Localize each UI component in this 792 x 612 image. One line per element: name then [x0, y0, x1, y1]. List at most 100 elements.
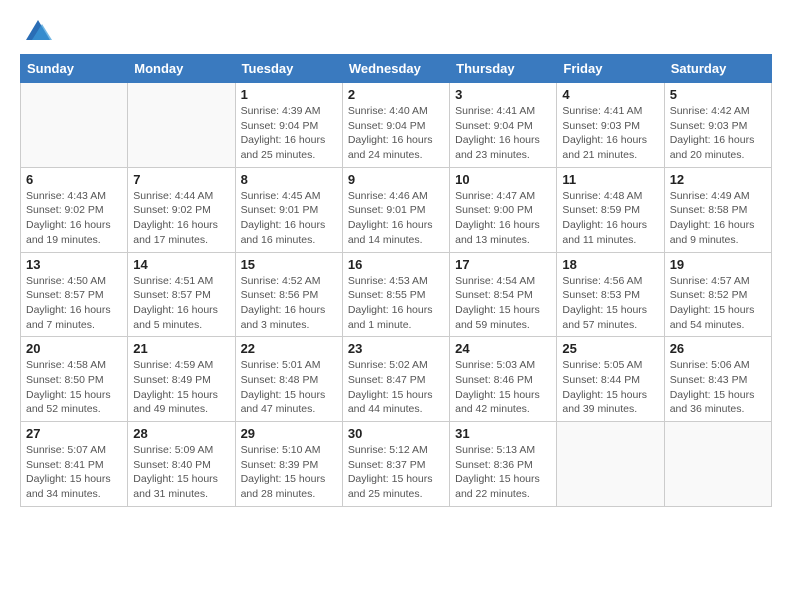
day-number: 4 — [562, 87, 658, 102]
day-info: Sunrise: 5:09 AM Sunset: 8:40 PM Dayligh… — [133, 443, 229, 502]
day-info: Sunrise: 4:53 AM Sunset: 8:55 PM Dayligh… — [348, 274, 444, 333]
calendar-cell — [21, 83, 128, 168]
calendar-cell: 10 Sunrise: 4:47 AM Sunset: 9:00 PM Dayli… — [450, 167, 557, 252]
calendar-cell — [128, 83, 235, 168]
day-number: 21 — [133, 341, 229, 356]
calendar-cell: 13 Sunrise: 4:50 AM Sunset: 8:57 PM Dayli… — [21, 252, 128, 337]
calendar-cell: 2Sunrise: 4:40 AM Sunset: 9:04 PM Daylig… — [342, 83, 449, 168]
day-number: 31 — [455, 426, 551, 441]
calendar-header-row: SundayMondayTuesdayWednesdayThursdayFrid… — [21, 55, 772, 83]
calendar-cell: 9Sunrise: 4:46 AM Sunset: 9:01 PM Daylig… — [342, 167, 449, 252]
day-number: 25 — [562, 341, 658, 356]
day-number: 7 — [133, 172, 229, 187]
calendar-cell: 4 Sunrise: 4:41 AM Sunset: 9:03 PM Daylig… — [557, 83, 664, 168]
calendar-cell: 6 Sunrise: 4:43 AM Sunset: 9:02 PM Daylig… — [21, 167, 128, 252]
calendar-cell: 25 Sunrise: 5:05 AM Sunset: 8:44 PM Dayli… — [557, 337, 664, 422]
calendar-cell: 21 Sunrise: 4:59 AM Sunset: 8:49 PM Dayli… — [128, 337, 235, 422]
calendar-cell: 29Sunrise: 5:10 AM Sunset: 8:39 PM Dayli… — [235, 422, 342, 507]
day-info: Sunrise: 4:58 AM Sunset: 8:50 PM Dayligh… — [26, 358, 122, 417]
calendar-cell: 5 Sunrise: 4:42 AM Sunset: 9:03 PM Daylig… — [664, 83, 771, 168]
day-info: Sunrise: 4:41 AM Sunset: 9:04 PM Dayligh… — [455, 104, 551, 163]
day-number: 28 — [133, 426, 229, 441]
calendar-cell: 31 Sunrise: 5:13 AM Sunset: 8:36 PM Dayli… — [450, 422, 557, 507]
day-number: 14 — [133, 257, 229, 272]
day-header-wednesday: Wednesday — [342, 55, 449, 83]
day-info: Sunrise: 4:51 AM Sunset: 8:57 PM Dayligh… — [133, 274, 229, 333]
calendar-cell: 24Sunrise: 5:03 AM Sunset: 8:46 PM Dayli… — [450, 337, 557, 422]
day-number: 6 — [26, 172, 122, 187]
day-number: 26 — [670, 341, 766, 356]
day-info: Sunrise: 4:52 AM Sunset: 8:56 PM Dayligh… — [241, 274, 337, 333]
day-number: 3 — [455, 87, 551, 102]
logo-icon — [22, 16, 54, 44]
day-info: Sunrise: 5:05 AM Sunset: 8:44 PM Dayligh… — [562, 358, 658, 417]
day-number: 12 — [670, 172, 766, 187]
day-info: Sunrise: 4:49 AM Sunset: 8:58 PM Dayligh… — [670, 189, 766, 248]
day-info: Sunrise: 4:57 AM Sunset: 8:52 PM Dayligh… — [670, 274, 766, 333]
calendar-cell: 19 Sunrise: 4:57 AM Sunset: 8:52 PM Dayli… — [664, 252, 771, 337]
day-number: 10 — [455, 172, 551, 187]
day-number: 16 — [348, 257, 444, 272]
day-info: Sunrise: 4:43 AM Sunset: 9:02 PM Dayligh… — [26, 189, 122, 248]
day-info: Sunrise: 4:44 AM Sunset: 9:02 PM Dayligh… — [133, 189, 229, 248]
day-info: Sunrise: 4:42 AM Sunset: 9:03 PM Dayligh… — [670, 104, 766, 163]
calendar-cell: 27 Sunrise: 5:07 AM Sunset: 8:41 PM Dayli… — [21, 422, 128, 507]
calendar-cell: 16 Sunrise: 4:53 AM Sunset: 8:55 PM Dayli… — [342, 252, 449, 337]
calendar-cell: 18 Sunrise: 4:56 AM Sunset: 8:53 PM Dayli… — [557, 252, 664, 337]
day-info: Sunrise: 4:54 AM Sunset: 8:54 PM Dayligh… — [455, 274, 551, 333]
calendar-cell: 3 Sunrise: 4:41 AM Sunset: 9:04 PM Daylig… — [450, 83, 557, 168]
calendar-cell: 14 Sunrise: 4:51 AM Sunset: 8:57 PM Dayli… — [128, 252, 235, 337]
day-number: 27 — [26, 426, 122, 441]
calendar-cell: 17 Sunrise: 4:54 AM Sunset: 8:54 PM Dayli… — [450, 252, 557, 337]
day-info: Sunrise: 4:47 AM Sunset: 9:00 PM Dayligh… — [455, 189, 551, 248]
day-info: Sunrise: 5:12 AM Sunset: 8:37 PM Dayligh… — [348, 443, 444, 502]
calendar-cell: 8Sunrise: 4:45 AM Sunset: 9:01 PM Daylig… — [235, 167, 342, 252]
day-header-monday: Monday — [128, 55, 235, 83]
calendar-cell — [664, 422, 771, 507]
calendar-cell: 28 Sunrise: 5:09 AM Sunset: 8:40 PM Dayli… — [128, 422, 235, 507]
day-number: 18 — [562, 257, 658, 272]
day-header-sunday: Sunday — [21, 55, 128, 83]
day-info: Sunrise: 4:41 AM Sunset: 9:03 PM Dayligh… — [562, 104, 658, 163]
day-number: 8 — [241, 172, 337, 187]
calendar-week-3: 13 Sunrise: 4:50 AM Sunset: 8:57 PM Dayli… — [21, 252, 772, 337]
day-info: Sunrise: 5:02 AM Sunset: 8:47 PM Dayligh… — [348, 358, 444, 417]
calendar-body: 1 Sunrise: 4:39 AM Sunset: 9:04 PM Daylig… — [21, 83, 772, 507]
calendar-week-4: 20Sunrise: 4:58 AM Sunset: 8:50 PM Dayli… — [21, 337, 772, 422]
day-number: 5 — [670, 87, 766, 102]
calendar-cell: 30Sunrise: 5:12 AM Sunset: 8:37 PM Dayli… — [342, 422, 449, 507]
day-number: 1 — [241, 87, 337, 102]
day-header-saturday: Saturday — [664, 55, 771, 83]
calendar-week-5: 27 Sunrise: 5:07 AM Sunset: 8:41 PM Dayli… — [21, 422, 772, 507]
day-info: Sunrise: 5:01 AM Sunset: 8:48 PM Dayligh… — [241, 358, 337, 417]
day-info: Sunrise: 5:13 AM Sunset: 8:36 PM Dayligh… — [455, 443, 551, 502]
calendar-week-1: 1 Sunrise: 4:39 AM Sunset: 9:04 PM Daylig… — [21, 83, 772, 168]
day-info: Sunrise: 4:50 AM Sunset: 8:57 PM Dayligh… — [26, 274, 122, 333]
day-info: Sunrise: 4:56 AM Sunset: 8:53 PM Dayligh… — [562, 274, 658, 333]
day-info: Sunrise: 4:40 AM Sunset: 9:04 PM Dayligh… — [348, 104, 444, 163]
day-number: 29 — [241, 426, 337, 441]
calendar-table: SundayMondayTuesdayWednesdayThursdayFrid… — [20, 54, 772, 507]
day-info: Sunrise: 4:48 AM Sunset: 8:59 PM Dayligh… — [562, 189, 658, 248]
day-number: 15 — [241, 257, 337, 272]
day-info: Sunrise: 5:06 AM Sunset: 8:43 PM Dayligh… — [670, 358, 766, 417]
day-number: 19 — [670, 257, 766, 272]
day-number: 17 — [455, 257, 551, 272]
day-info: Sunrise: 5:07 AM Sunset: 8:41 PM Dayligh… — [26, 443, 122, 502]
day-info: Sunrise: 4:59 AM Sunset: 8:49 PM Dayligh… — [133, 358, 229, 417]
calendar-cell: 7 Sunrise: 4:44 AM Sunset: 9:02 PM Daylig… — [128, 167, 235, 252]
day-number: 22 — [241, 341, 337, 356]
logo — [20, 16, 54, 44]
calendar-cell — [557, 422, 664, 507]
day-number: 23 — [348, 341, 444, 356]
day-number: 11 — [562, 172, 658, 187]
calendar-cell: 23 Sunrise: 5:02 AM Sunset: 8:47 PM Dayli… — [342, 337, 449, 422]
calendar-cell: 20Sunrise: 4:58 AM Sunset: 8:50 PM Dayli… — [21, 337, 128, 422]
day-info: Sunrise: 4:39 AM Sunset: 9:04 PM Dayligh… — [241, 104, 337, 163]
calendar-cell: 26 Sunrise: 5:06 AM Sunset: 8:43 PM Dayli… — [664, 337, 771, 422]
day-header-tuesday: Tuesday — [235, 55, 342, 83]
calendar-cell: 12 Sunrise: 4:49 AM Sunset: 8:58 PM Dayli… — [664, 167, 771, 252]
day-number: 13 — [26, 257, 122, 272]
day-header-friday: Friday — [557, 55, 664, 83]
day-number: 24 — [455, 341, 551, 356]
